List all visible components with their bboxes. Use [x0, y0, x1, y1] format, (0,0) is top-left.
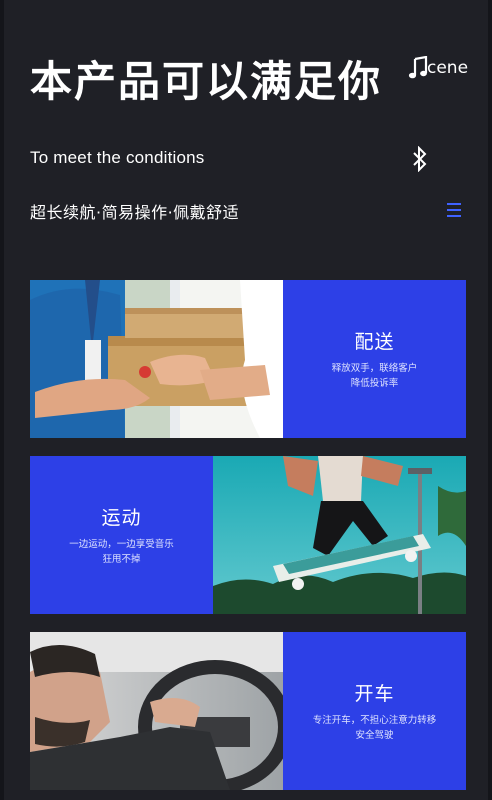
scene-panel-driving: 开车 专注开车，不担心注意力转移 安全驾驶: [283, 632, 466, 790]
scene-card-driving: 开车 专注开车，不担心注意力转移 安全驾驶: [30, 632, 466, 790]
scene-title: 运动: [101, 507, 142, 529]
driving-photo: [30, 632, 283, 790]
scene-desc-line: 降低投诉率: [350, 378, 399, 389]
scene-desc-line: 一边运动，一边享受音乐: [69, 539, 174, 550]
scene-panel-sport: 运动 一边运动，一边享受音乐 狂甩不掉: [30, 456, 213, 614]
feature-list: 超长续航·简易操作·佩戴舒适: [30, 203, 240, 222]
page-headline: 本产品可以满足你: [30, 57, 383, 106]
scene-panel-delivery: 配送 释放双手，联络客户 降低投诉率: [283, 280, 466, 438]
scene-desc-line: 狂甩不掉: [102, 554, 141, 565]
scene-card-delivery: 配送 释放双手，联络客户 降低投诉率: [30, 280, 466, 438]
left-edge-strip: [0, 0, 4, 800]
scene-desc-line: 专注开车，不担心注意力转移: [312, 715, 437, 726]
delivery-photo: [30, 280, 283, 438]
scene-label: cene: [427, 58, 469, 78]
scene-title: 配送: [354, 331, 395, 353]
scene-card-sport: 运动 一边运动，一边享受音乐 狂甩不掉: [30, 456, 466, 614]
page-subtitle: To meet the conditions: [30, 148, 205, 167]
music-note-icon: [408, 56, 428, 79]
skateboard-photo: [213, 456, 466, 614]
bluetooth-icon: [413, 146, 427, 172]
menu-icon[interactable]: [447, 203, 461, 217]
right-edge-strip: [488, 0, 492, 800]
scene-desc-line: 安全驾驶: [355, 730, 394, 741]
scene-logo: cene: [408, 55, 468, 81]
scene-title: 开车: [354, 683, 395, 705]
scene-desc-line: 释放双手，联络客户: [331, 363, 418, 374]
